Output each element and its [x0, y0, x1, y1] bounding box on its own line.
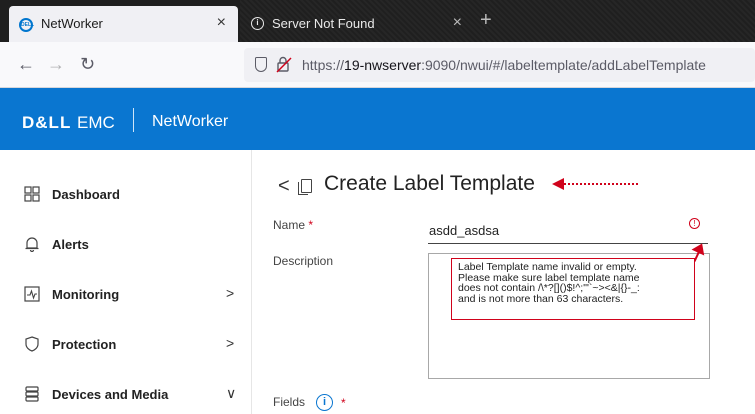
info-icon: i [251, 17, 264, 30]
info-icon[interactable]: i [316, 394, 333, 411]
required-marker: * [308, 218, 314, 232]
required-marker: * [341, 396, 346, 410]
name-field-label: Name * [273, 218, 314, 232]
header-divider [133, 108, 134, 132]
dell-logo: D&LL [22, 113, 72, 132]
chevron-right-icon[interactable]: > [226, 285, 234, 301]
address-bar[interactable]: https://19-nwserver:9090/nwui/#/labeltem… [244, 48, 755, 82]
browser-toolbar: ← → ↻ https://19-nwserver:9090/nwui/#/la… [0, 42, 755, 88]
tab-server-not-found[interactable]: i Server Not Found × [240, 6, 470, 40]
tab-close-icon[interactable]: × [217, 14, 226, 32]
product-name: NetWorker [152, 113, 229, 130]
sidebar-item-label: Protection [52, 337, 117, 352]
forward-arrow-icon[interactable]: → [47, 54, 65, 75]
insecure-lock-icon[interactable] [276, 56, 292, 73]
main-content: < Create Label Template Name * asdd_asds… [253, 150, 755, 414]
sidebar-item-protection[interactable]: Protection > [0, 325, 252, 365]
error-line: does not contain /\*?[]()$!^;'"`~><&|{}-… [458, 282, 640, 294]
sidebar-item-label: Dashboard [52, 187, 120, 202]
back-button[interactable]: < [278, 175, 290, 198]
app-header: D&LL EMC NetWorker [0, 88, 755, 150]
emc-logo: EMC [77, 113, 115, 132]
sidebar-item-label: Devices and Media [52, 387, 169, 402]
tab-networker[interactable]: DELL NetWorker × [9, 6, 238, 42]
shield-icon [25, 336, 39, 352]
error-line: Label Template name invalid or empty. [458, 261, 637, 273]
back-arrow-icon[interactable]: ← [17, 54, 35, 75]
chevron-down-icon[interactable]: ∨ [226, 385, 236, 402]
annotation-arrowhead [552, 178, 564, 190]
validation-error-tooltip: Label Template name invalid or empty. Pl… [451, 258, 695, 320]
url-text: https://19-nwserver:9090/nwui/#/labeltem… [302, 57, 706, 73]
name-input-value: asdd_asdsa [429, 223, 500, 238]
chevron-right-icon[interactable]: > [226, 335, 234, 351]
tab-title: Server Not Found [272, 16, 375, 31]
database-icon [25, 386, 39, 402]
sidebar-item-label: Alerts [52, 237, 89, 252]
sidebar-item-label: Monitoring [52, 287, 120, 302]
copy-document-icon [298, 179, 312, 195]
tracking-protection-shield-icon[interactable] [255, 57, 267, 72]
sidebar-item-monitoring[interactable]: Monitoring > [0, 275, 252, 315]
error-icon: ! [689, 218, 700, 229]
sidebar-item-dashboard[interactable]: Dashboard [0, 175, 252, 215]
tab-title: NetWorker [41, 16, 103, 31]
new-tab-button[interactable]: + [480, 9, 492, 32]
tab-close-icon[interactable]: × [453, 14, 462, 32]
grid-icon [24, 186, 40, 202]
description-field-label: Description [273, 254, 334, 268]
error-line: and is not more than 63 characters. [458, 292, 624, 305]
sidebar: Dashboard Alerts Monitoring > Protection… [0, 150, 252, 414]
fields-label: Fields [273, 395, 306, 409]
browser-tab-bar: DELL NetWorker × i Server Not Found × + [0, 0, 755, 42]
monitor-icon [24, 286, 40, 302]
bell-icon [25, 237, 39, 252]
dell-emc-favicon-icon: DELL [19, 18, 34, 32]
page-title: Create Label Template [324, 172, 535, 195]
name-input[interactable]: asdd_asdsa ! [428, 218, 708, 244]
sidebar-item-devices-and-media[interactable]: Devices and Media ∨ [0, 375, 252, 414]
reload-icon[interactable]: ↻ [80, 54, 95, 75]
annotation-dotted-line [564, 183, 638, 185]
sidebar-item-alerts[interactable]: Alerts [0, 225, 252, 265]
